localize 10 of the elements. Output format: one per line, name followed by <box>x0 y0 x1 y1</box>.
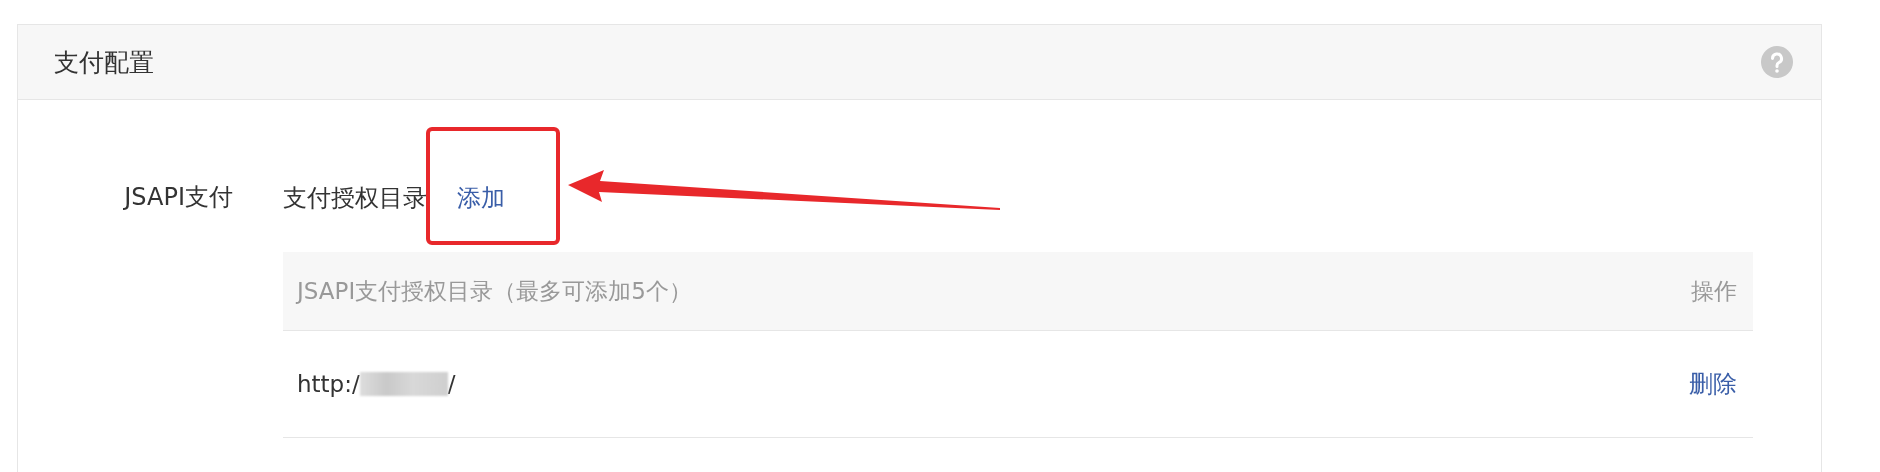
url-text: / <box>447 371 456 397</box>
column-header: 操作 <box>1691 276 1737 306</box>
help-icon[interactable] <box>1761 46 1793 78</box>
setting-label: JSAPI支付 <box>124 182 233 213</box>
column-header: JSAPI支付授权目录（最多可添加5个） <box>297 276 692 306</box>
field-label: 支付授权目录 <box>283 182 427 214</box>
delete-link[interactable]: 删除 <box>1689 368 1737 400</box>
panel-title: 支付配置 <box>54 46 154 79</box>
url-text: http:/ <box>297 371 360 397</box>
add-link[interactable]: 添加 <box>457 181 505 214</box>
